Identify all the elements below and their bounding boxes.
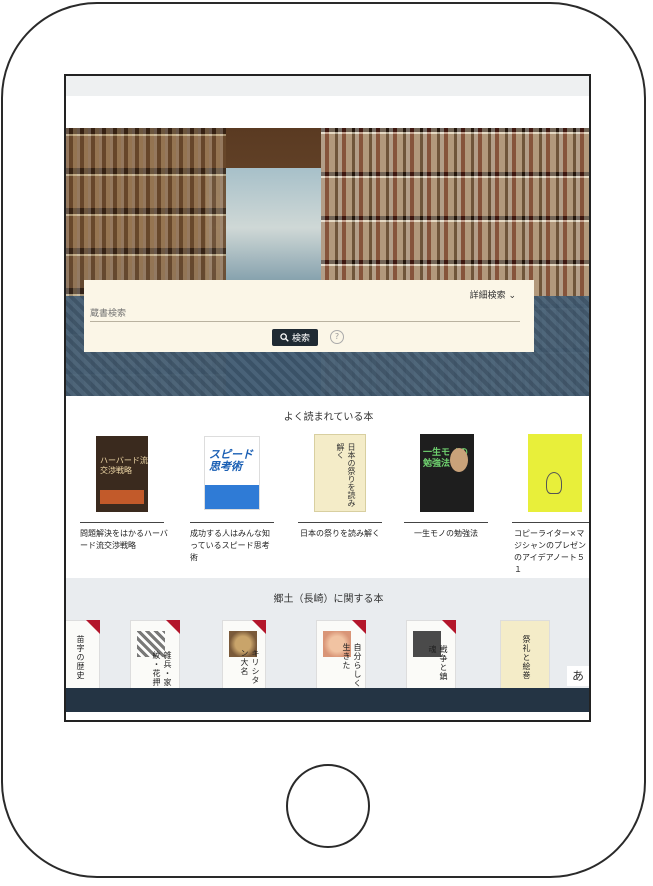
book-cover[interactable]: スピード 思考術 [204,436,260,510]
help-icon[interactable]: ? [330,330,344,344]
book-cover[interactable]: ハーバード流 交渉戦略 [96,436,148,512]
search-icon [280,333,289,342]
divider [512,522,589,523]
popular-section-title: よく読まれている本 [283,412,374,423]
cover-portrait [450,448,468,472]
book-caption[interactable]: コピーライター×マジシャンのプレゼンのアイデアノート５１ [514,528,589,576]
divider [190,522,274,523]
popular-books-section: よく読まれている本 ハーバード流 交渉戦略 問題解決をはかるハーバード流交渉戦略… [66,396,589,578]
cover-ribbon [86,620,100,634]
search-panel: 詳細検索 ⌄ 検索 ? [84,280,534,352]
footer-bar [66,688,589,712]
divider [298,522,382,523]
book-cover[interactable]: 雑兵・家紋・花押 [130,620,180,690]
book-cover-title: 祭礼と絵巻 [522,635,531,680]
book-cover-title: キリシタン大名 [240,649,260,685]
local-books-section: 郷土（長崎）に関する本 苗字の歴史 雑兵・家紋・花押 キリシタン大名 自分らしく… [66,578,589,690]
book-caption[interactable]: 一生モノの勉強法 [414,528,494,540]
advanced-search-link[interactable]: 詳細検索 ⌄ [470,288,516,301]
cover-ribbon [166,620,180,634]
book-cover-title: 苗字の歴史 [76,635,85,680]
book-cover-title: 日本の祭りを読み解く [336,443,356,507]
book-cover[interactable]: 日本の祭りを読み解く [314,434,366,512]
book-cover[interactable]: キリシタン大名 [222,620,266,690]
book-caption[interactable]: 問題解決をはかるハーバード流交渉戦略 [80,528,174,552]
book-cover-title: 戦争と鎮魂 [428,645,448,681]
book-cover[interactable] [528,434,582,512]
book-cover[interactable]: 苗字の歴史 [66,620,100,690]
divider [404,522,488,523]
search-input[interactable] [90,307,520,322]
book-cover-title: スピード 思考術 [209,448,253,473]
home-button[interactable] [286,764,370,848]
local-section-title: 郷土（長崎）に関する本 [273,594,384,605]
book-cover[interactable]: 自分らしく生きた [316,620,366,690]
book-cover[interactable]: 一生モノの 勉強法 [420,434,474,512]
chevron-down-icon: ⌄ [508,291,516,301]
ime-indicator: あ [567,666,589,686]
browser-screen: 詳細検索 ⌄ 検索 ? よく読まれている本 ハーバード流 交渉戦略 問題解決をは… [64,74,591,722]
book-caption[interactable]: 日本の祭りを読み解く [300,528,390,540]
search-button[interactable]: 検索 [272,329,318,346]
book-cover[interactable]: 祭礼と絵巻 [500,620,550,690]
book-caption[interactable]: 成功する人はみんな知っているスピード思考術 [190,528,276,564]
cover-band [100,490,144,504]
book-cover-title: 雑兵・家紋・花押 [152,651,172,687]
book-cover-title: ハーバード流 交渉戦略 [100,456,148,475]
top-bar [66,76,589,96]
lightbulb-icon [546,472,562,494]
book-cover[interactable]: 戦争と鎮魂 [406,620,456,690]
search-button-label: 検索 [291,334,310,344]
book-cover-title: 自分らしく生きた [342,643,362,688]
cover-band [205,485,259,509]
cover-ribbon [442,620,456,634]
advanced-search-label: 詳細検索 [469,291,506,301]
divider [80,522,164,523]
hero-banner: 詳細検索 ⌄ 検索 ? [66,128,589,396]
cover-ribbon [352,620,366,634]
